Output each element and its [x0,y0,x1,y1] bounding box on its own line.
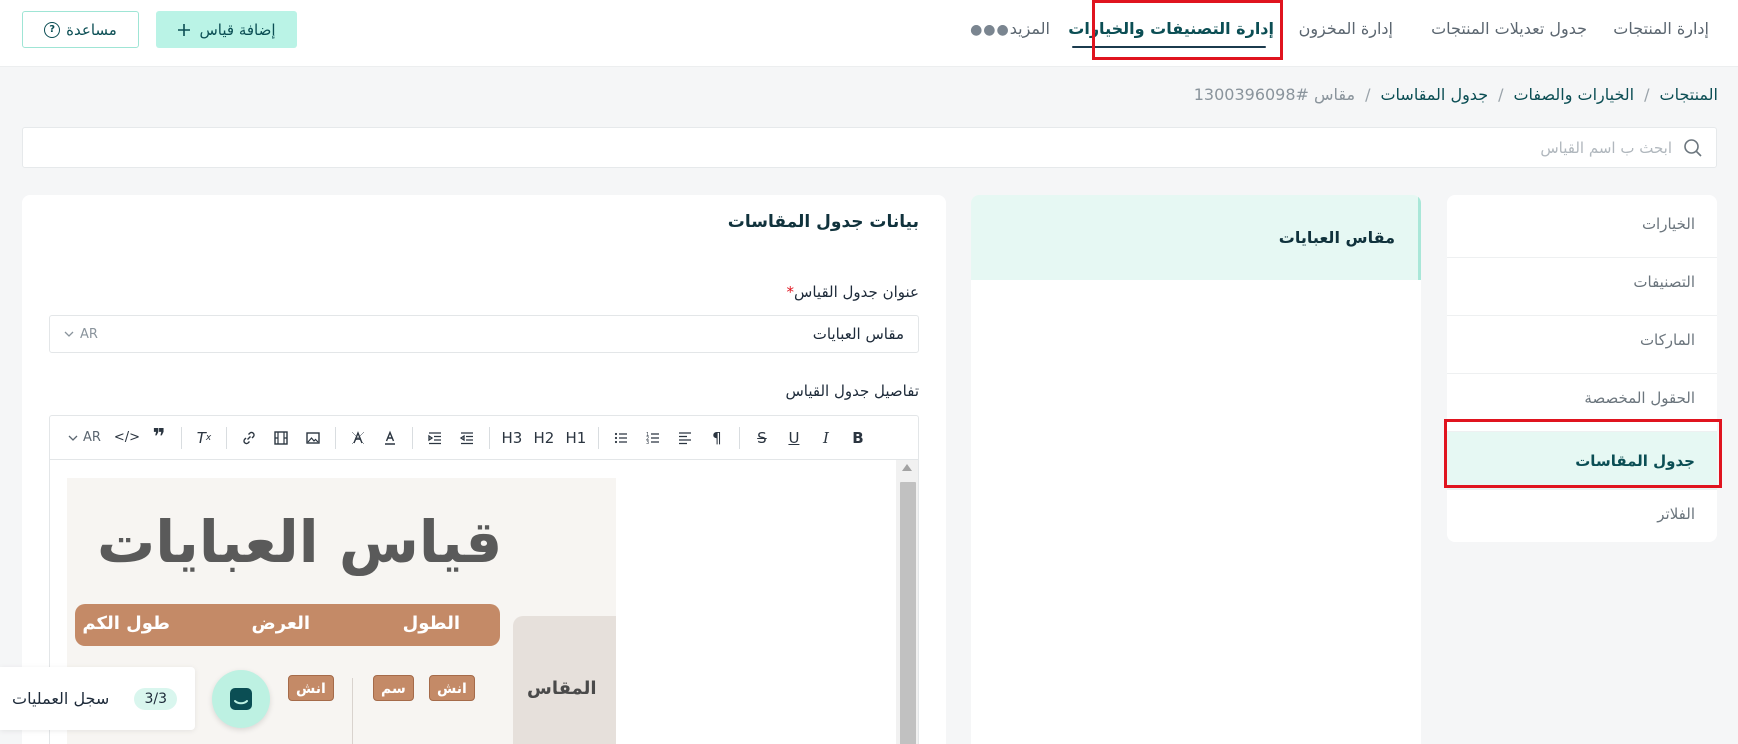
strikethrough-button[interactable]: S [746,422,778,454]
more-dots-icon: ●●● [970,22,1010,38]
operations-log-count: 3/3 [134,687,177,710]
search-icon [1684,138,1702,157]
breadcrumb-size-tables[interactable]: جدول المقاسات [1380,85,1488,104]
size-chart-unit-chip: سم [373,675,414,701]
search-input[interactable] [23,138,1672,157]
size-chart-title: قياس العبايات [97,508,503,576]
svg-text:3: 3 [646,440,649,446]
nav-products[interactable]: إدارة المنتجات [1613,16,1709,42]
text-color-icon[interactable] [374,422,406,454]
size-chart-col-sleeve: طول الكم [82,613,170,634]
size-chart-row-header: المقاس [527,678,597,699]
add-size-button[interactable]: إضافة قياس [156,11,297,48]
help-label: مساعدة [66,20,117,39]
breadcrumb-separator: / [1365,85,1371,104]
form-title: بيانات جدول المقاسات [727,212,919,232]
toolbar-divider [488,426,490,449]
title-input-value: مقاس العبايات [812,325,904,343]
nav-inventory[interactable]: إدارة المخزون [1299,16,1393,42]
size-chart-col-width: العرض [251,613,311,634]
video-icon[interactable] [265,422,297,454]
toolbar-divider [225,426,227,449]
heading-3-button[interactable]: H3 [496,422,528,454]
add-size-label: إضافة قياس [199,20,276,39]
align-icon[interactable] [669,422,701,454]
toolbar-divider [597,426,599,449]
heading-1-button[interactable]: H1 [560,422,592,454]
size-table-form: بيانات جدول المقاسات عنوان جدول القياس* … [22,195,946,744]
toolbar-divider [180,426,182,449]
breadcrumb-current: مقاس #1300396098 [1193,85,1356,104]
title-lang-label: AR [80,326,98,342]
nav-product-edits[interactable]: جدول تعديلات المنتجات [1431,16,1587,42]
sidebar-item-custom-fields[interactable]: الحقول المخصصة [1447,374,1717,432]
sidebar-item-filters[interactable]: الفلاتر [1447,490,1717,548]
sidebar-item-options[interactable]: الخيارات [1447,200,1717,258]
list-item-abaya-size[interactable]: مقاس العبايات [971,195,1421,280]
outdent-icon[interactable] [451,422,483,454]
operations-log-label: سجل العمليات [12,689,110,708]
breadcrumb-separator: / [1644,85,1650,104]
sidebar-menu: الخيارات التصنيفات الماركات الحقول المخص… [1447,195,1717,542]
search-bar [22,127,1717,168]
title-field-label: عنوان جدول القياس* [783,283,919,301]
nav-categories-options-label: إدارة التصنيفات والخيارات [1068,19,1274,38]
underline-button[interactable]: U [778,422,810,454]
nav-categories-options[interactable]: إدارة التصنيفات والخيارات [1068,16,1274,48]
more-label: المزيد [1009,19,1050,38]
chat-icon [230,688,252,710]
active-tab-underline [1072,46,1266,48]
plus-icon [178,23,191,36]
size-chart-row-header-box: المقاس [513,616,616,744]
title-field-label-text: عنوان جدول القياس [794,283,919,301]
italic-button[interactable]: I [810,422,842,454]
title-lang-select[interactable]: AR [64,327,98,342]
size-chart-unit-chip: انش [288,675,334,701]
editor-lang-select[interactable]: AR [58,430,111,445]
question-icon: ? [44,21,61,38]
size-table-title-input[interactable]: مقاس العبايات AR [49,315,919,353]
nav-more[interactable]: المزيد●●● [962,16,1050,42]
details-field-label: تفاصيل جدول القياس [785,382,919,400]
scroll-thumb[interactable] [900,482,916,744]
sidebar-item-categories[interactable]: التصنيفات [1447,258,1717,316]
operations-log[interactable]: 3/3 سجل العمليات [0,667,195,730]
bold-button[interactable]: B [842,422,874,454]
indent-icon[interactable] [419,422,451,454]
size-chart-unit-chip: انش [429,675,475,701]
code-icon[interactable]: </> [111,422,143,454]
chevron-down-icon [68,435,78,441]
scroll-up-arrow-icon[interactable] [902,464,912,471]
bullet-list-icon[interactable] [605,422,637,454]
quote-icon[interactable]: ❞ [143,422,175,454]
editor-lang-label: AR [83,430,101,445]
top-navbar: إدارة المنتجات جدول تعديلات المنتجات إدا… [0,0,1738,67]
link-icon[interactable] [233,422,265,454]
heading-2-button[interactable]: H2 [528,422,560,454]
toolbar-divider [334,426,336,449]
size-chart-divider [352,678,353,744]
sidebar-item-size-tables[interactable]: جدول المقاسات [1447,432,1717,490]
toolbar-divider [738,426,740,449]
required-mark: * [786,283,795,301]
size-chart-header-band: الطول العرض طول الكم [75,604,500,646]
image-icon[interactable] [297,422,329,454]
toolbar-divider [411,426,413,449]
text-direction-button[interactable]: ¶ [701,422,733,454]
sidebar-item-brands[interactable]: الماركات [1447,316,1717,374]
numbered-list-icon[interactable]: 123 [637,422,669,454]
breadcrumb-products[interactable]: المنتجات [1660,85,1719,104]
clear-format-icon[interactable]: Tx [188,422,220,454]
size-tables-list: مقاس العبايات [971,195,1421,744]
chevron-down-icon [64,331,74,337]
help-button[interactable]: مساعدة ? [22,11,139,48]
chat-button[interactable] [212,670,270,728]
editor-scrollbar[interactable] [896,460,918,744]
background-color-icon[interactable] [342,422,374,454]
breadcrumb: المنتجات / الخيارات والصفات / جدول المقا… [1194,85,1718,104]
breadcrumb-separator: / [1498,85,1504,104]
size-chart-col-length: الطول [402,613,460,634]
editor-toolbar: AR </> ❞ Tx H3 H2 H1 1 2 3 ¶ S U I B [50,416,918,460]
breadcrumb-options[interactable]: الخيارات والصفات [1513,85,1634,104]
